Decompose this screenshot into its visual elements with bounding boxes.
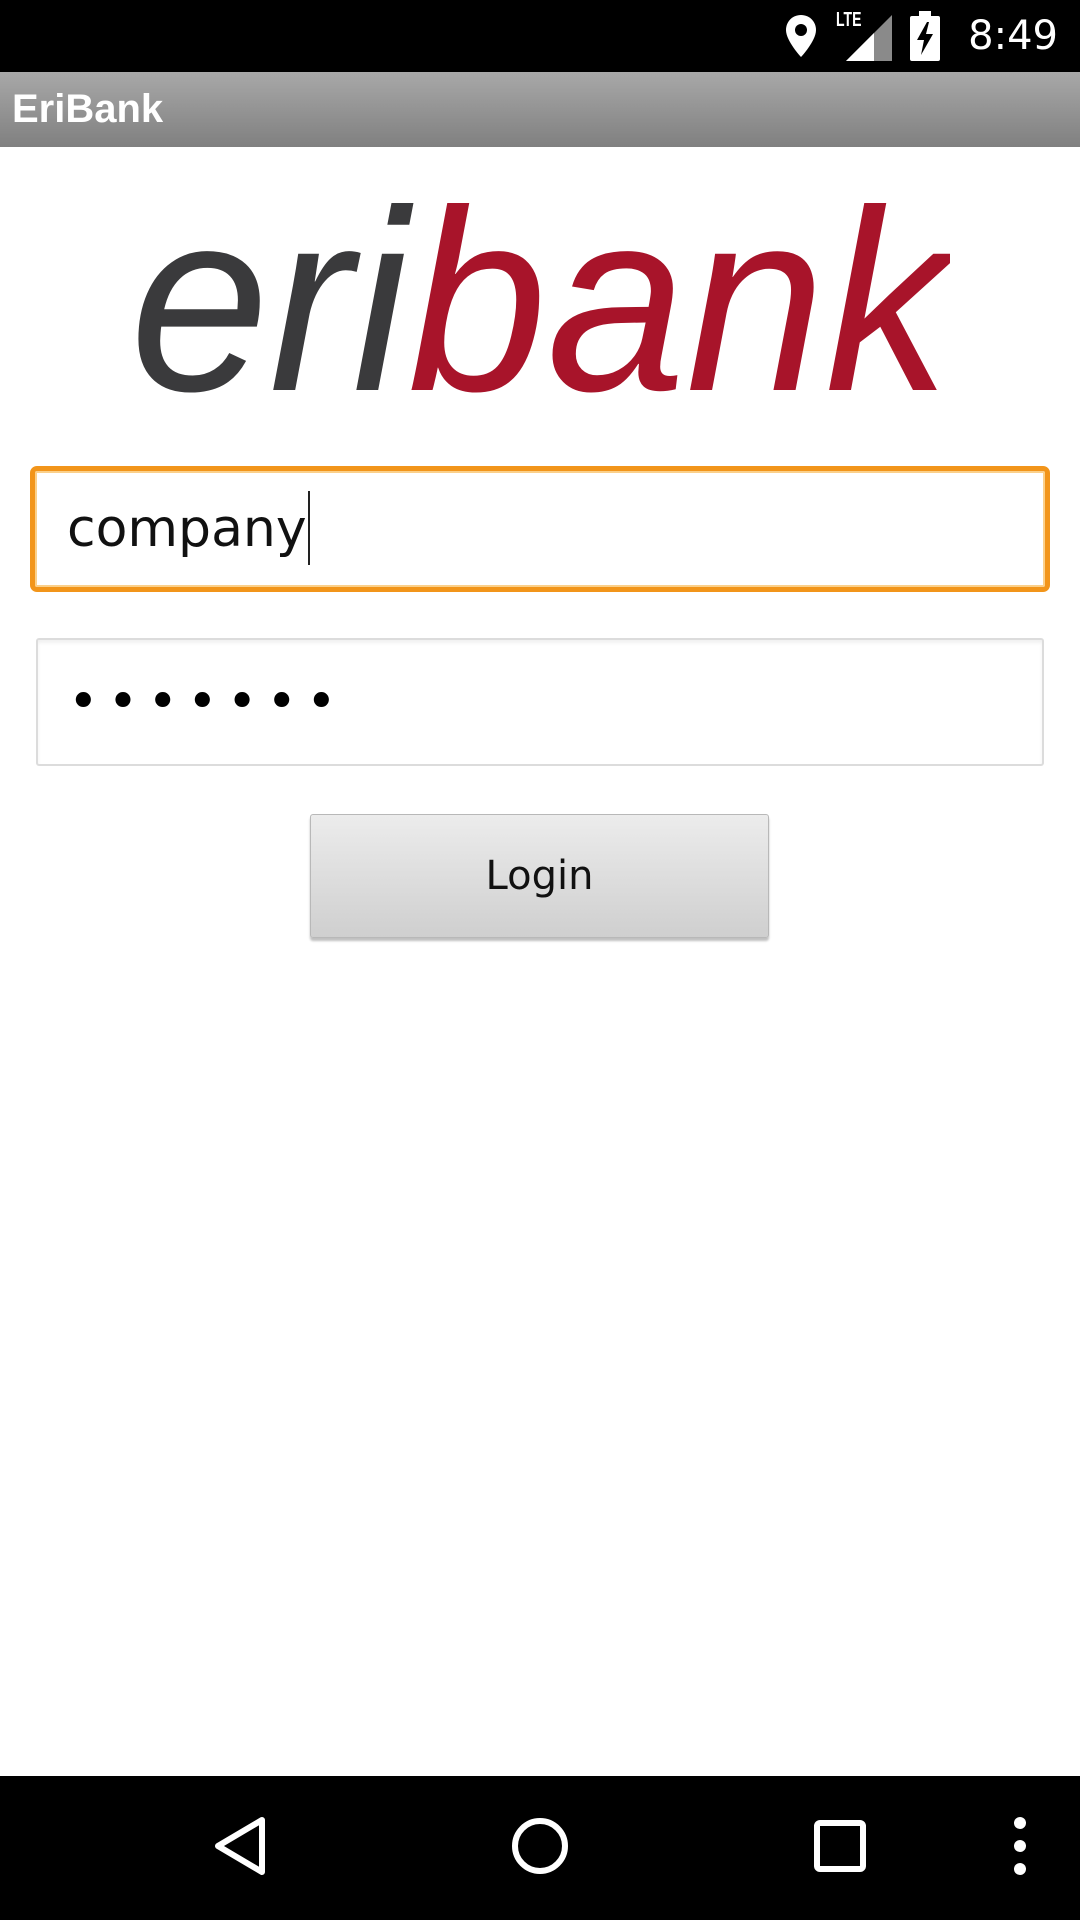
back-button[interactable] (190, 1776, 290, 1920)
recents-button[interactable] (790, 1776, 890, 1920)
text-cursor (307, 491, 310, 565)
password-field[interactable]: ••••••• (36, 638, 1044, 766)
overflow-menu-button[interactable] (990, 1776, 1050, 1920)
username-input-wrapper: company (67, 471, 310, 587)
home-icon (510, 1816, 570, 1881)
eribank-logo: eribank (130, 156, 962, 445)
svg-text:eribank: eribank (130, 180, 950, 410)
app-title: EriBank (12, 87, 164, 131)
login-button[interactable]: Login (310, 814, 769, 938)
location-icon (784, 13, 818, 59)
status-time: 8:49 (968, 13, 1058, 59)
logo-text-bank: bank (408, 180, 950, 410)
status-icons: LTE 8:49 (784, 0, 1058, 72)
status-bar: LTE 8:49 (0, 0, 1080, 72)
battery-charging-icon (910, 11, 941, 61)
signal-icon: LTE (836, 9, 893, 61)
password-value: ••••••• (68, 672, 346, 732)
username-field[interactable]: company (30, 466, 1050, 592)
action-bar: EriBank (0, 72, 1080, 147)
logo-text-eri: eri (130, 180, 415, 410)
overflow-menu-icon (1013, 1816, 1027, 1881)
back-icon (212, 1816, 268, 1881)
navigation-bar (0, 1776, 1080, 1920)
username-value: company (67, 499, 307, 559)
home-button[interactable] (490, 1776, 590, 1920)
recents-icon (813, 1819, 867, 1878)
